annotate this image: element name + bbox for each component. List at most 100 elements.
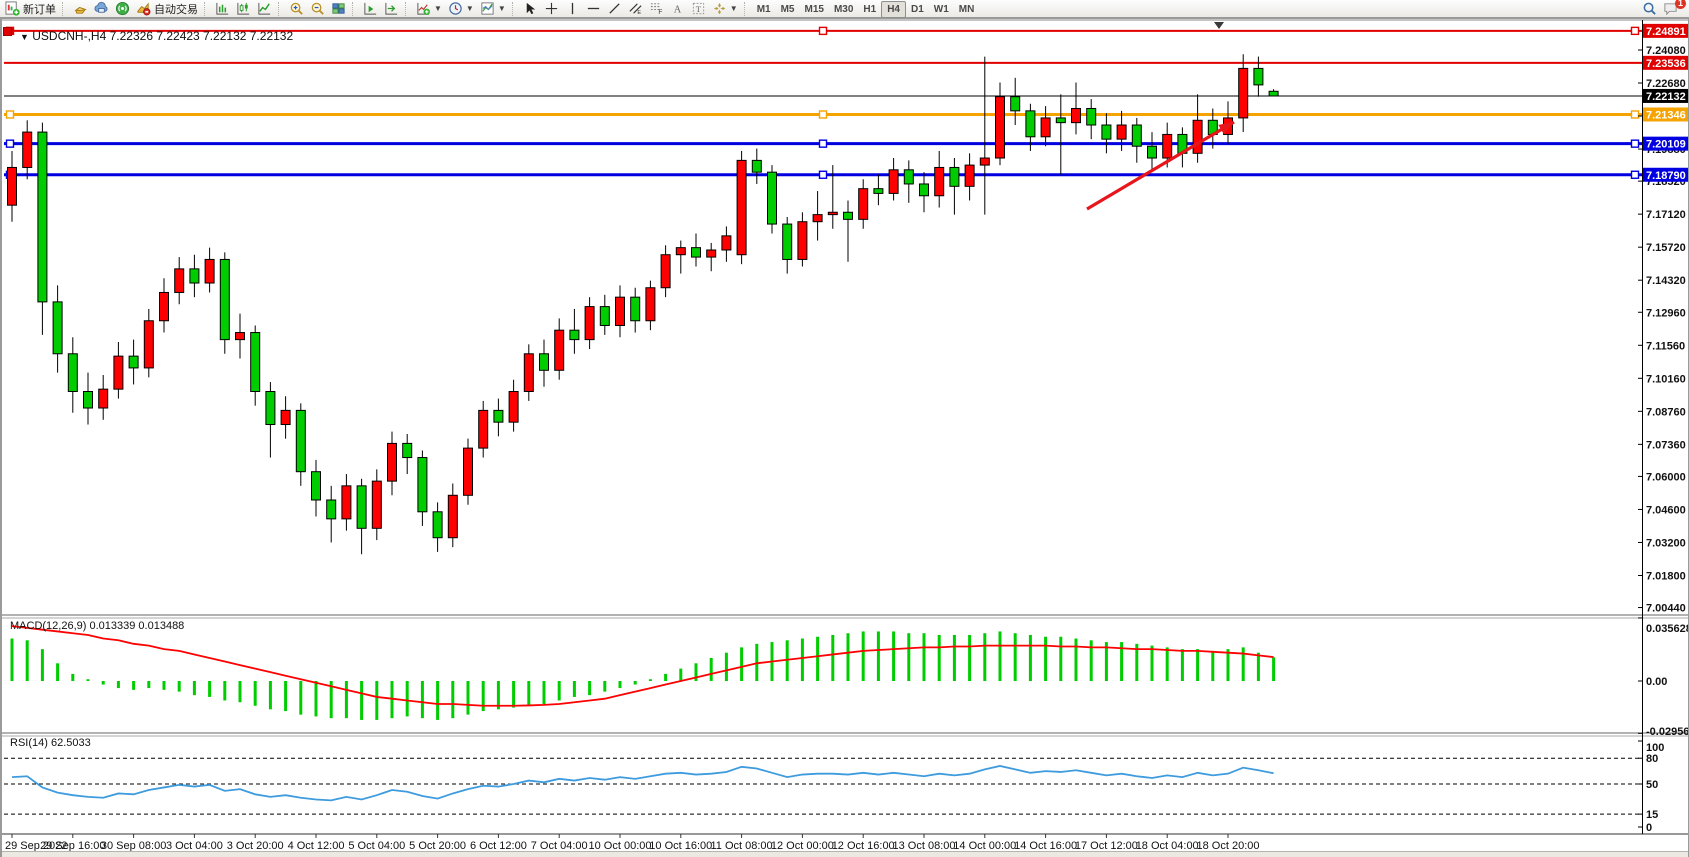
macd-values: 0.013339 0.013488 <box>89 620 184 632</box>
line-anchor[interactable] <box>820 171 827 178</box>
rsi-axis-label: 80 <box>1646 753 1658 765</box>
price-tick-label: 7.12960 <box>1646 307 1686 319</box>
candle-body <box>616 297 625 325</box>
price-tick-label: 7.01800 <box>1646 570 1686 582</box>
candle-body <box>1011 97 1020 111</box>
line-chart-button[interactable] <box>254 0 275 17</box>
candle-body <box>1056 118 1065 123</box>
price-tick-label: 7.14320 <box>1646 275 1686 287</box>
candle-body <box>600 307 609 326</box>
timeframe-H1[interactable]: H1 <box>858 1 881 18</box>
timeframe-M5[interactable]: M5 <box>776 1 800 18</box>
candle-body <box>357 486 366 528</box>
line-anchor[interactable] <box>7 140 14 147</box>
svg-text:E: E <box>637 10 641 16</box>
new-order-label: 新订单 <box>23 1 56 17</box>
timeframe-D1[interactable]: D1 <box>906 1 929 18</box>
chat-button[interactable]: 1 <box>1660 0 1681 17</box>
line-anchor[interactable] <box>7 111 14 118</box>
trendline-button[interactable] <box>604 0 625 17</box>
candle-body <box>1072 108 1081 122</box>
arrows-button[interactable]: ▼ <box>709 0 741 17</box>
candle-body <box>8 167 17 205</box>
timeframe-MN[interactable]: MN <box>954 1 980 18</box>
line-anchor[interactable] <box>820 111 827 118</box>
toolbar-separator <box>204 2 209 16</box>
candle-body <box>296 410 305 471</box>
svg-text:T: T <box>695 4 700 14</box>
autotrading-button[interactable]: 自动交易 <box>133 0 201 17</box>
line-anchor[interactable] <box>820 27 827 34</box>
candle-body <box>23 132 32 167</box>
horizontal-line-button[interactable] <box>583 0 604 17</box>
candle-body <box>99 389 108 408</box>
bar-chart-button[interactable] <box>212 0 233 17</box>
cursor-button[interactable] <box>520 0 541 17</box>
line-anchor[interactable] <box>820 140 827 147</box>
fibonacci-button[interactable]: F <box>646 0 667 17</box>
candle-body <box>783 224 792 259</box>
rsi-indicator-label: RSI(14) 62.5033 <box>10 737 91 749</box>
chart-shift-button[interactable] <box>381 0 402 17</box>
horizontal-line-icon <box>586 1 601 16</box>
toolbar-separator <box>744 2 749 16</box>
candle-body <box>828 212 837 214</box>
window-bottom-edge <box>2 851 1688 857</box>
tile-windows-button[interactable] <box>328 0 349 17</box>
zoom-out-icon <box>310 1 325 16</box>
new-order-button[interactable]: 新订单 <box>2 0 59 17</box>
templates-button[interactable]: ▼ <box>477 0 509 17</box>
candle-body <box>205 259 214 283</box>
arrows-icon <box>712 1 727 16</box>
timeframe-M15[interactable]: M15 <box>800 1 829 18</box>
autotrading-label: 自动交易 <box>154 1 198 17</box>
line-anchor[interactable] <box>1632 171 1639 178</box>
dropdown-caret: ▼ <box>730 5 738 13</box>
candle-body <box>935 167 944 195</box>
chart-shift-marker[interactable] <box>1214 22 1224 29</box>
notification-badge: 1 <box>1675 0 1686 9</box>
line-anchor[interactable] <box>1632 140 1639 147</box>
text-label-button[interactable]: T <box>688 0 709 17</box>
auto-scroll-button[interactable] <box>360 0 381 17</box>
virtual-hosting-button[interactable] <box>91 0 112 17</box>
zoom-in-button[interactable] <box>286 0 307 17</box>
timeframe-W1[interactable]: W1 <box>929 1 954 18</box>
svg-text:A: A <box>674 4 682 15</box>
candlestick-chart-button[interactable] <box>233 0 254 17</box>
search-icon <box>1642 1 1657 16</box>
timeframe-H4[interactable]: H4 <box>881 1 906 18</box>
candle-body <box>129 356 138 368</box>
timeframe-M1[interactable]: M1 <box>752 1 776 18</box>
rsi-axis-label: 100 <box>1646 742 1664 754</box>
signals-button[interactable] <box>112 0 133 17</box>
text-button[interactable]: A <box>667 0 688 17</box>
market-button[interactable] <box>70 0 91 17</box>
search-button[interactable] <box>1639 0 1660 17</box>
toolbar-separator <box>62 2 67 16</box>
periods-button[interactable]: ▼ <box>445 0 477 17</box>
price-tick-label: 7.10160 <box>1646 373 1686 385</box>
candle-body <box>144 321 153 368</box>
rsi-axis-label: 15 <box>1646 809 1658 821</box>
candle-body <box>281 410 290 424</box>
chart-window: 7.240807.226807.212807.198807.185207.171… <box>0 18 1689 857</box>
price-marker-text: 7.18790 <box>1646 170 1686 182</box>
line-anchor[interactable] <box>1632 111 1639 118</box>
chart-collapse-icon[interactable]: ▼ <box>20 32 29 42</box>
candle-body <box>448 495 457 537</box>
equidistant-channel-button[interactable]: E <box>625 0 646 17</box>
chart-canvas[interactable]: 7.240807.226807.212807.198807.185207.171… <box>2 19 1688 857</box>
indicators-button[interactable]: ▼ <box>413 0 445 17</box>
zoom-in-icon <box>289 1 304 16</box>
vertical-line-button[interactable] <box>562 0 583 17</box>
candle-body <box>555 330 564 370</box>
line-anchor[interactable] <box>1632 27 1639 34</box>
candle-body <box>53 302 62 354</box>
zoom-out-button[interactable] <box>307 0 328 17</box>
candle-body <box>327 500 336 519</box>
timeframe-M30[interactable]: M30 <box>829 1 858 18</box>
crosshair-button[interactable] <box>541 0 562 17</box>
dropdown-caret: ▼ <box>466 5 474 13</box>
line-anchor-red[interactable] <box>3 27 12 36</box>
